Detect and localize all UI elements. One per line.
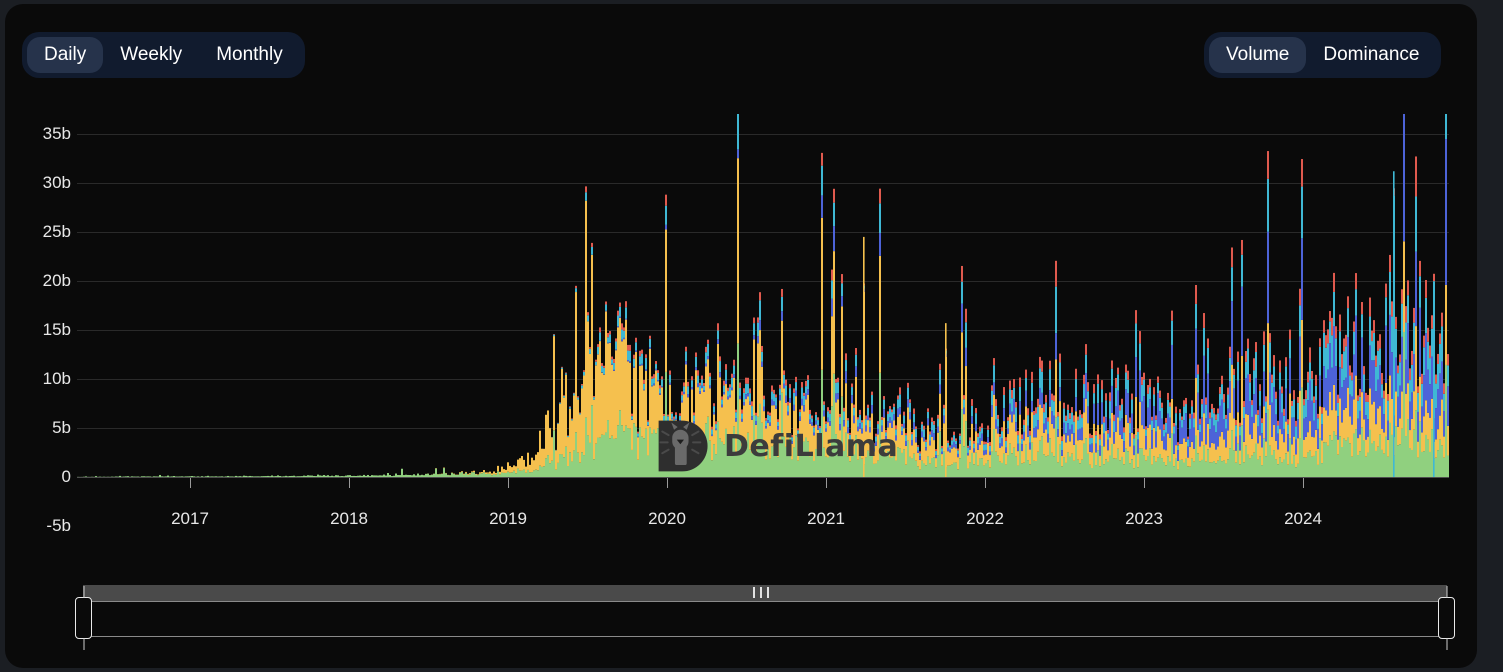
y-axis-label: 10b <box>42 369 71 388</box>
y-axis-label: 20b <box>42 271 71 290</box>
drag-grip-icon[interactable] <box>753 587 769 598</box>
chart-canvas: 35b 30b 25b 20b 15b 10b 5b 0 -5b 2017 2018 2019 202… <box>5 114 1477 574</box>
data-zoom-slider[interactable] <box>75 584 1455 640</box>
period-option-monthly[interactable]: Monthly <box>199 37 300 73</box>
period-toggle-group: Daily Weekly Monthly <box>22 32 305 78</box>
metric-toggle-group: Volume Dominance <box>1204 32 1442 78</box>
period-option-daily[interactable]: Daily <box>27 37 104 73</box>
y-axis-label: 35b <box>42 124 71 143</box>
metric-option-dominance[interactable]: Dominance <box>1306 37 1436 73</box>
chart-card: Daily Weekly Monthly Volume Dominance 35… <box>5 4 1477 668</box>
data-zoom-handle-left[interactable] <box>75 597 92 639</box>
y-axis-label: -5b <box>46 516 71 535</box>
data-zoom-handle-right[interactable] <box>1438 597 1455 639</box>
y-axis-label: 5b <box>52 418 71 437</box>
y-axis-label: 15b <box>42 320 71 339</box>
metric-option-volume[interactable]: Volume <box>1209 37 1307 73</box>
page-root: Daily Weekly Monthly Volume Dominance 35… <box>0 0 1503 672</box>
y-axis-label: 25b <box>42 222 71 241</box>
y-axis: 35b 30b 25b 20b 15b 10b 5b 0 -5b <box>5 114 71 574</box>
y-axis-label: 0 <box>61 467 71 486</box>
stacked-area-series[interactable] <box>77 114 1449 574</box>
period-option-weekly[interactable]: Weekly <box>103 37 199 73</box>
data-zoom-selection[interactable] <box>83 601 1447 637</box>
y-axis-label: 30b <box>42 173 71 192</box>
